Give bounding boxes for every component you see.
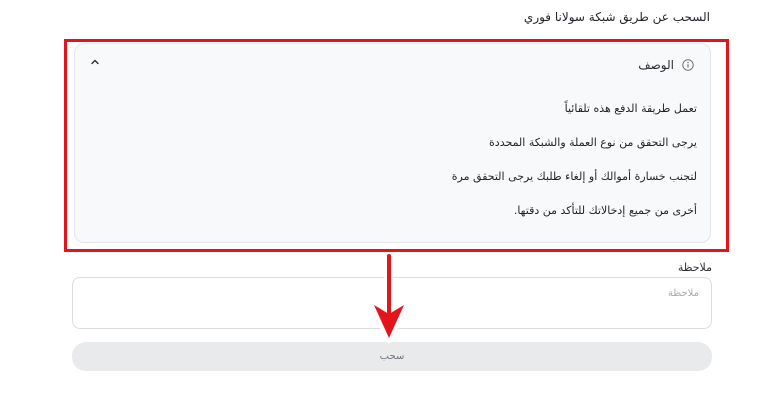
withdraw-button[interactable]: سحب <box>72 342 712 371</box>
highlight-box <box>64 39 729 252</box>
withdraw-method-title: السحب عن طريق شبكة سولانا فوري <box>523 10 710 24</box>
note-label: ملاحظة <box>677 261 712 274</box>
withdraw-page: السحب عن طريق شبكة سولانا فوري الوصف تعم… <box>0 0 776 393</box>
note-field[interactable] <box>72 277 712 329</box>
